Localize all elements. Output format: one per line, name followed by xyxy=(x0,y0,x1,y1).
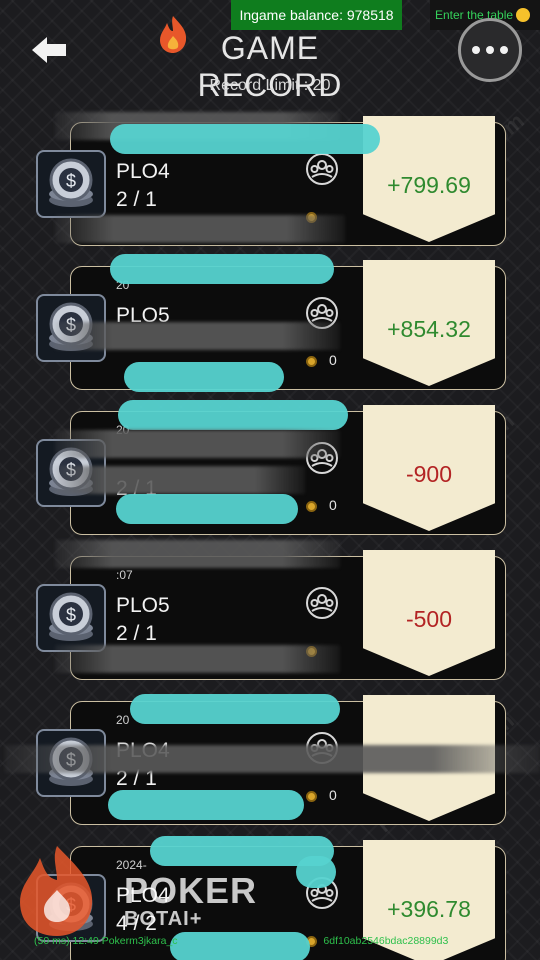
redaction-overlay xyxy=(55,466,305,494)
coin-value: 0 xyxy=(329,787,337,803)
more-dot-icon xyxy=(486,46,494,54)
result-value: -500 xyxy=(405,606,453,632)
game-type-label: PLO4 xyxy=(116,160,170,183)
record-timestamp: :07 xyxy=(116,568,133,582)
emoji-icon xyxy=(516,8,531,22)
poker-chip-icon: $ xyxy=(36,150,106,218)
debug-text-left: (50 ms) 12:49 Pokerm3jkara_c xyxy=(34,935,178,947)
poker-botai-logo: POKER BOTAI+ xyxy=(12,840,272,940)
redaction-overlay xyxy=(5,745,540,773)
redaction-overlay xyxy=(55,645,340,673)
redaction-overlay xyxy=(124,362,284,392)
logo-subtitle: BOTAI+ xyxy=(124,908,203,930)
redaction-overlay xyxy=(116,494,298,524)
redaction-overlay xyxy=(108,790,304,820)
result-value: +799.69 xyxy=(387,172,471,198)
result-value: +854.32 xyxy=(387,316,471,342)
debug-text-right: 6df10ab2546bdac28899d3 xyxy=(323,935,449,947)
players-icon xyxy=(306,153,338,185)
logo-flame-icon xyxy=(20,846,93,936)
result-value: +396.78 xyxy=(387,896,471,922)
redaction-overlay xyxy=(55,540,340,568)
record-limit-label: Record Limit : 20 xyxy=(209,77,331,94)
coin-icon xyxy=(306,791,317,802)
players-icon xyxy=(306,587,338,619)
ingame-balance-label: Ingame balance: 978518 xyxy=(231,0,402,30)
seat-ratio-label: 2 / 1 xyxy=(116,622,157,645)
more-dot-icon xyxy=(500,46,508,54)
coin-value: 0 xyxy=(329,352,337,368)
logo-wordmark: POKER xyxy=(124,870,258,911)
coin-icon xyxy=(306,356,317,367)
poker-chip-icon: $ xyxy=(36,584,106,652)
more-dot-icon xyxy=(472,46,480,54)
redaction-overlay xyxy=(55,430,340,458)
back-arrow-icon xyxy=(32,37,66,63)
seat-ratio-label: 2 / 1 xyxy=(116,188,157,211)
result-value: -900 xyxy=(405,461,453,487)
redaction-overlay xyxy=(296,856,336,888)
svg-text:$: $ xyxy=(66,605,76,625)
redaction-overlay xyxy=(110,254,334,284)
back-button[interactable] xyxy=(30,35,70,65)
more-options-button[interactable] xyxy=(458,18,522,82)
coin-icon xyxy=(306,501,317,512)
game-type-label: PLO5 xyxy=(116,594,170,617)
redaction-overlay xyxy=(130,694,340,724)
redaction-overlay xyxy=(110,124,380,154)
redaction-overlay xyxy=(118,400,348,430)
svg-text:$: $ xyxy=(66,171,76,191)
record-timestamp: 20 xyxy=(116,713,130,727)
debug-status-line: (50 ms) 12:49 Pokerm3jkara_c 6df10ab2546… xyxy=(34,935,448,947)
redaction-overlay xyxy=(55,322,340,350)
redaction-overlay xyxy=(55,215,345,243)
coin-value: 0 xyxy=(329,497,337,513)
